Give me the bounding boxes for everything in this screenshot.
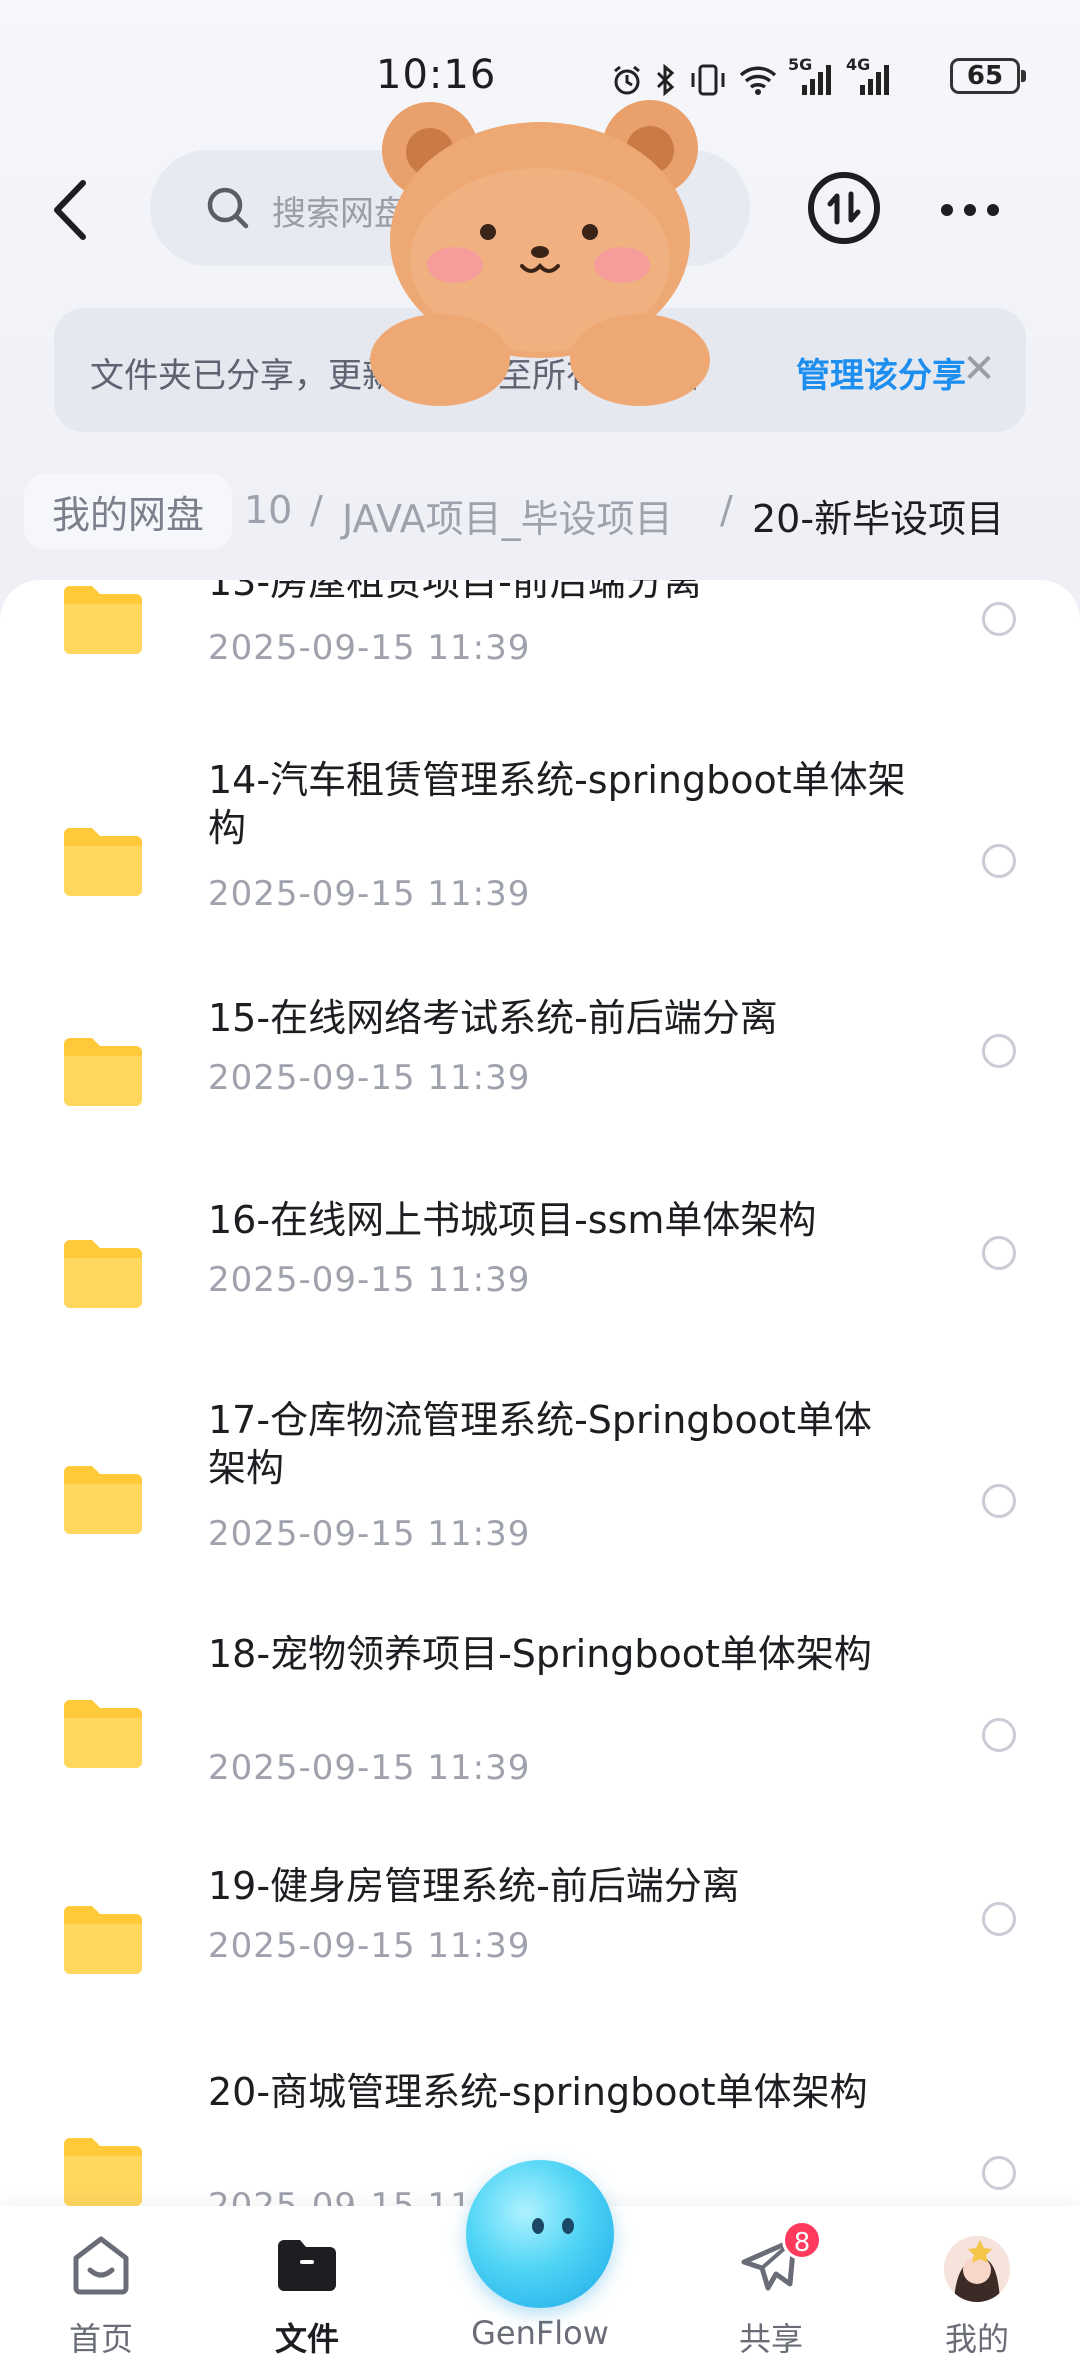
breadcrumb-item[interactable]: 10 xyxy=(244,488,292,532)
select-radio[interactable] xyxy=(982,1484,1016,1518)
folder-icon xyxy=(64,1906,142,1974)
signal-4g-icon: 4G xyxy=(846,55,894,97)
file-name: 17-仓库物流管理系统-Springboot单体架构 xyxy=(208,1398,872,1490)
list-item[interactable]: 18-宠物领养项目-Springboot单体架构 2025-09-15 11:3… xyxy=(0,1632,1080,1842)
breadcrumb: 我的网盘 10 / JAVA项目_毕设项目 / 20-新毕设项目 xyxy=(0,470,1080,550)
nav-share-label: 共享 xyxy=(738,2320,803,2358)
share-count-badge: 8 xyxy=(782,2220,822,2260)
nav-files[interactable]: 文件 xyxy=(232,2206,382,2376)
nav-me[interactable]: 我的 xyxy=(902,2206,1052,2376)
nav-files-label: 文件 xyxy=(274,2320,339,2358)
nav-genflow-label: GenFlow xyxy=(471,2314,609,2352)
back-button[interactable] xyxy=(36,170,106,250)
genflow-orb-button[interactable] xyxy=(466,2160,614,2308)
select-radio[interactable] xyxy=(982,2156,1016,2190)
transfer-arrows-icon xyxy=(827,191,861,225)
file-date: 2025-09-15 11:39 xyxy=(208,1260,531,1300)
folder-icon xyxy=(64,2138,142,2206)
file-date: 2025-09-15 11:39 xyxy=(208,628,531,668)
file-list: 13-房屋租赁项目-前后端分离 2025-09-15 11:39 14-汽车租赁… xyxy=(0,580,1080,2230)
manage-share-link[interactable]: 管理该分享 xyxy=(796,348,966,397)
battery-indicator: 65 xyxy=(950,58,1026,94)
orb-eye-icon xyxy=(532,2218,544,2234)
home-icon xyxy=(73,2236,129,2295)
breadcrumb-current: 20-新毕设项目 xyxy=(752,497,1005,541)
file-name: 13-房屋租赁项目-前后端分离 xyxy=(208,580,702,604)
select-radio[interactable] xyxy=(982,1902,1016,1936)
breadcrumb-separator: / xyxy=(720,488,733,532)
folder-icon xyxy=(64,1700,142,1768)
file-date: 2025-09-15 11:39 xyxy=(208,1514,531,1554)
search-icon xyxy=(207,187,249,229)
list-item[interactable]: 19-健身房管理系统-前后端分离 2025-09-15 11:39 xyxy=(0,1864,1080,2028)
nav-home[interactable]: 首页 xyxy=(26,2206,176,2376)
file-name: 18-宠物领养项目-Springboot单体架构 xyxy=(208,1632,872,1676)
more-dot-icon xyxy=(941,204,953,216)
wifi-icon xyxy=(739,66,777,95)
select-radio[interactable] xyxy=(982,1718,1016,1752)
folder-icon xyxy=(64,828,142,896)
select-radio[interactable] xyxy=(982,1034,1016,1068)
breadcrumb-root[interactable]: 我的网盘 xyxy=(24,474,233,549)
nav-me-label: 我的 xyxy=(944,2320,1009,2358)
list-item[interactable]: 15-在线网络考试系统-前后端分离 2025-09-15 11:39 xyxy=(0,996,1080,1160)
list-item[interactable]: 13-房屋租赁项目-前后端分离 2025-09-15 11:39 xyxy=(0,580,1080,700)
file-date: 2025-09-15 11:39 xyxy=(208,1926,531,1966)
transfer-button[interactable] xyxy=(808,172,880,244)
folder-icon xyxy=(64,1038,142,1106)
file-date: 2025-09-15 11:39 xyxy=(208,874,531,914)
bear-sticker-image xyxy=(370,100,710,406)
folder-icon xyxy=(64,586,142,654)
breadcrumb-separator: / xyxy=(310,488,323,532)
select-radio[interactable] xyxy=(982,1236,1016,1270)
signal-5g-icon: 5G xyxy=(788,55,836,97)
file-name: 16-在线网上书城项目-ssm单体架构 xyxy=(208,1198,817,1242)
avatar xyxy=(944,2236,1010,2302)
file-date: 2025-09-15 11:39 xyxy=(208,1058,531,1098)
orb-eye-icon xyxy=(562,2218,574,2234)
folder-nav-icon xyxy=(278,2240,336,2291)
breadcrumb-item[interactable]: JAVA项目_毕设项目 xyxy=(342,488,673,543)
more-dot-icon xyxy=(987,204,999,216)
file-name: 19-健身房管理系统-前后端分离 xyxy=(208,1864,740,1908)
folder-icon xyxy=(64,1240,142,1308)
list-item[interactable]: 17-仓库物流管理系统-Springboot单体架构 2025-09-15 11… xyxy=(0,1398,1080,1608)
file-name: 20-商城管理系统-springboot单体架构 xyxy=(208,2070,868,2114)
app-root: 10:16 5G 4G 65 搜索网盘文件 管理该分享 ✕ 我的网盘 10 / … xyxy=(0,0,1080,2376)
back-arrow-icon xyxy=(54,180,86,240)
folder-icon xyxy=(64,1466,142,1534)
nav-home-label: 首页 xyxy=(68,2320,133,2358)
close-icon[interactable]: ✕ xyxy=(954,344,1004,394)
list-item[interactable]: 14-汽车租赁管理系统-springboot单体架构 2025-09-15 11… xyxy=(0,758,1080,960)
more-dot-icon xyxy=(964,204,976,216)
select-radio[interactable] xyxy=(982,602,1016,636)
more-options-button[interactable] xyxy=(930,180,1010,240)
file-name: 14-汽车租赁管理系统-springboot单体架构 xyxy=(208,758,906,850)
file-name: 15-在线网络考试系统-前后端分离 xyxy=(208,996,778,1040)
select-radio[interactable] xyxy=(982,844,1016,878)
list-item[interactable]: 16-在线网上书城项目-ssm单体架构 2025-09-15 11:39 xyxy=(0,1198,1080,1362)
nav-share[interactable]: 8 共享 xyxy=(696,2206,846,2376)
file-date: 2025-09-15 11:39 xyxy=(208,1748,531,1788)
